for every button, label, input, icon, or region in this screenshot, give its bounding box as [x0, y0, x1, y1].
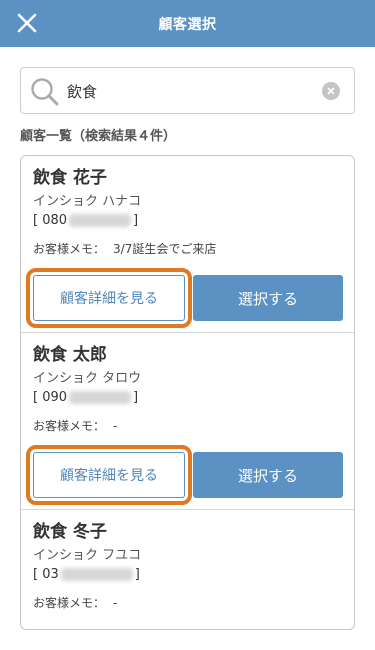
search-icon [31, 78, 59, 106]
phone-redacted [60, 568, 133, 581]
app-header: 顧客選択 [0, 0, 375, 47]
clear-icon [327, 87, 335, 95]
phone-suffix: ] [134, 567, 140, 582]
customer-name: 飲食 太郎 [33, 345, 107, 365]
memo-label: お客様メモ： [33, 596, 106, 610]
search-input[interactable] [67, 76, 317, 106]
phone-redacted [69, 214, 132, 227]
customer-kana: インショク フユコ [33, 548, 142, 563]
customer-name: 飲食 花子 [33, 168, 107, 188]
customer-name: 飲食 冬子 [33, 522, 107, 542]
close-button[interactable] [10, 6, 44, 40]
customer-memo: お客様メモ： - [33, 417, 117, 434]
customer-kana: インショク ハナコ [33, 194, 142, 209]
page-title: 顧客選択 [158, 16, 217, 33]
memo-value: - [113, 596, 118, 610]
memo-value: - [113, 419, 118, 433]
customer-memo: お客様メモ： 3/7誕生会でご来店 [33, 240, 216, 257]
customer-phone: [ 090 ] [33, 390, 138, 405]
memo-label: お客様メモ： [33, 419, 106, 433]
customer-item: 飲食 冬子 インショク フユコ [ 03 ] お客様メモ： - [21, 509, 354, 629]
select-button[interactable]: 選択する [193, 452, 343, 498]
memo-label: お客様メモ： [33, 242, 106, 256]
close-icon [17, 13, 37, 33]
phone-suffix: ] [133, 213, 139, 228]
view-detail-button[interactable]: 顧客詳細を見る [33, 452, 185, 498]
customer-kana: インショク タロウ [33, 371, 142, 386]
customer-phone: [ 080 ] [33, 213, 138, 228]
customer-item: 飲食 花子 インショク ハナコ [ 080 ] お客様メモ： 3/7誕生会でご来店… [21, 156, 354, 332]
list-heading: 顧客一覧（検索結果４件） [20, 129, 177, 144]
phone-redacted [69, 391, 132, 404]
customer-list: 飲食 花子 インショク ハナコ [ 080 ] お客様メモ： 3/7誕生会でご来店… [20, 155, 355, 630]
phone-suffix: ] [133, 390, 139, 405]
phone-prefix: [ 080 [33, 213, 68, 228]
clear-search-button[interactable] [322, 82, 340, 100]
memo-value: 3/7誕生会でご来店 [113, 242, 217, 256]
customer-phone: [ 03 ] [33, 567, 140, 582]
search-box [20, 67, 355, 114]
phone-prefix: [ 03 [33, 567, 59, 582]
customer-item: 飲食 太郎 インショク タロウ [ 090 ] お客様メモ： - 顧客詳細を見る … [21, 332, 354, 509]
customer-memo: お客様メモ： - [33, 594, 117, 611]
phone-prefix: [ 090 [33, 390, 68, 405]
select-button[interactable]: 選択する [193, 275, 343, 321]
view-detail-button[interactable]: 顧客詳細を見る [33, 275, 185, 321]
